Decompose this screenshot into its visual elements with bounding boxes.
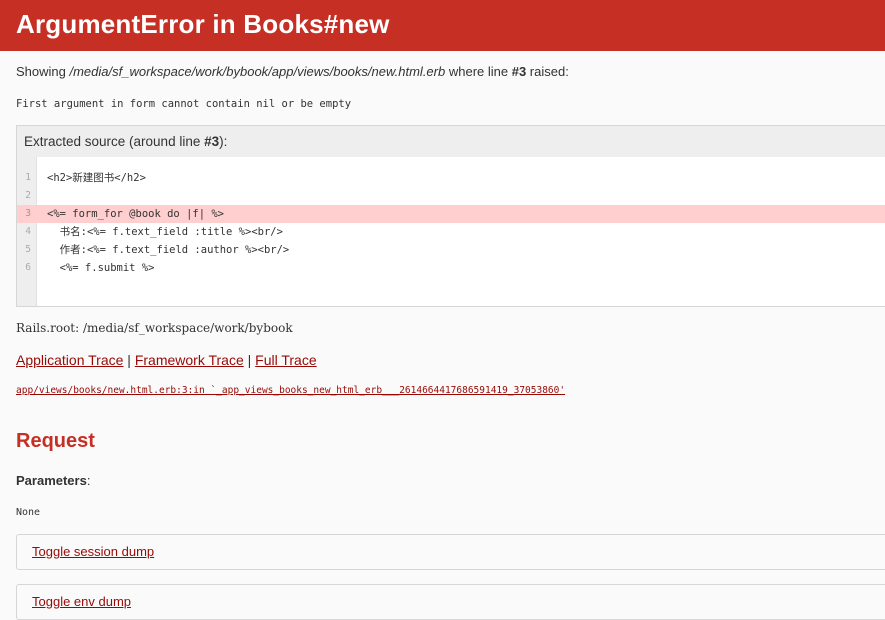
request-heading: Request: [16, 430, 95, 452]
code-line-5: 5 作者:<%= f.text_field :author %><br/>: [17, 241, 885, 259]
trace-separator: |: [243, 352, 256, 368]
page-title: ArgumentError in Books#new: [16, 9, 390, 39]
source-heading-line: #3: [204, 134, 220, 149]
line-number: 6: [25, 262, 31, 273]
line-code: <%= f.submit %>: [47, 262, 155, 274]
parameters-colon: :: [86, 473, 91, 488]
source-heading-suffix: ):: [219, 134, 228, 149]
parameters-label: Parameters:: [16, 473, 90, 488]
toggle-env-dump-link[interactable]: Toggle env dump: [32, 594, 131, 609]
line-number: 2: [25, 190, 31, 201]
showing-middle: where line: [445, 64, 512, 79]
line-code: 书名:<%= f.text_field :title %><br/>: [47, 226, 283, 238]
application-trace-link[interactable]: Application Trace: [16, 352, 123, 368]
source-heading-prefix: Extracted source (around line: [24, 134, 205, 149]
template-path: /media/sf_workspace/work/bybook/app/view…: [69, 64, 446, 79]
trace-links: Application Trace | Framework Trace | Fu…: [16, 352, 317, 368]
showing-suffix: raised:: [526, 64, 569, 79]
line-number: 1: [25, 172, 31, 183]
trace-frame-link[interactable]: app/views/books/new.html.erb:3:in `_app_…: [16, 385, 565, 396]
error-message: First argument in form cannot contain ni…: [16, 98, 352, 110]
code-line-2: 2: [17, 187, 885, 205]
line-ref: #3: [511, 64, 527, 79]
code-line-3-highlighted: 3 <%= form_for @book do |f| %>: [17, 205, 885, 223]
parameters-value: None: [16, 507, 41, 518]
line-number: 4: [25, 226, 31, 237]
env-dump-box: Toggle env dump: [16, 584, 885, 620]
source-heading: Extracted source (around line #3):: [17, 126, 885, 157]
parameters-label-text: Parameters: [16, 473, 87, 488]
line-code: <h2>新建图书</h2>: [47, 172, 146, 184]
error-header: ArgumentError in Books#new: [0, 0, 885, 51]
line-code: 作者:<%= f.text_field :author %><br/>: [47, 244, 290, 256]
source-code: 1 <h2>新建图书</h2> 2 3 <%= form_for @book do …: [17, 157, 885, 306]
code-line-6: 6 <%= f.submit %>: [17, 259, 885, 277]
code-line-4: 4 书名:<%= f.text_field :title %><br/>: [17, 223, 885, 241]
trace-separator: |: [123, 352, 135, 368]
extracted-source: Extracted source (around line #3): 1 <h2>…: [16, 125, 885, 307]
code-line-1: 1 <h2>新建图书</h2>: [17, 169, 885, 187]
showing-line: Showing /media/sf_workspace/work/bybook/…: [16, 64, 569, 79]
showing-prefix: Showing: [16, 64, 70, 79]
rails-root: Rails.root: /media/sf_workspace/work/byb…: [16, 321, 293, 335]
full-trace-link[interactable]: Full Trace: [255, 352, 316, 368]
session-dump-box: Toggle session dump: [16, 534, 885, 570]
toggle-session-dump-link[interactable]: Toggle session dump: [32, 544, 154, 559]
line-number: 3: [25, 208, 31, 219]
framework-trace-link[interactable]: Framework Trace: [135, 352, 244, 368]
line-code: <%= form_for @book do |f| %>: [47, 208, 225, 220]
line-number: 5: [25, 244, 31, 255]
